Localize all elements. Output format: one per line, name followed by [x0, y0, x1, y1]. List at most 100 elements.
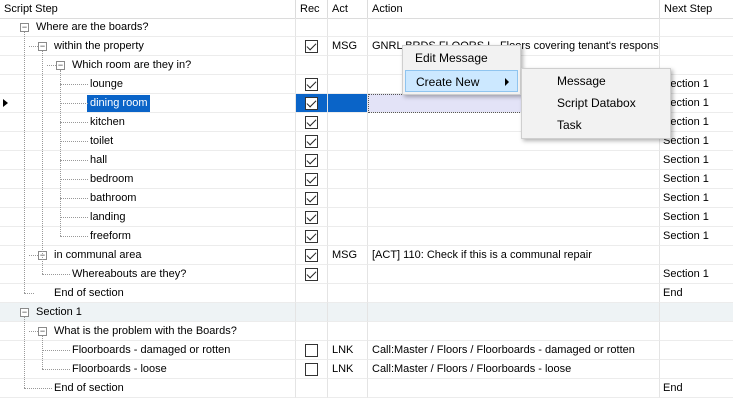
action-cell[interactable] [368, 284, 660, 303]
rec-checkbox[interactable] [305, 249, 318, 262]
next-step-cell[interactable]: End [660, 284, 733, 303]
column-header-script-step[interactable]: Script Step [0, 0, 296, 18]
script-step-cell[interactable]: − Section 1 [0, 303, 296, 322]
next-step-cell[interactable]: Section 1 [660, 265, 733, 284]
next-step-cell[interactable] [660, 322, 733, 341]
table-row[interactable]: Whereabouts are they? Section 1 [0, 265, 733, 284]
script-step-cell[interactable]: bedroom [0, 170, 296, 189]
action-cell[interactable]: Call:Master / Floors / Floorboards - dam… [368, 341, 660, 360]
action-cell[interactable] [368, 18, 660, 37]
script-step-cell[interactable]: − Where are the boards? [0, 18, 296, 37]
submenu-item-script-databox[interactable]: Script Databox [524, 92, 668, 114]
script-step-cell[interactable]: − in communal area [0, 246, 296, 265]
table-row[interactable]: − Where are the boards? [0, 18, 733, 37]
rec-checkbox[interactable] [305, 97, 318, 110]
action-cell[interactable] [368, 189, 660, 208]
script-step-cell[interactable]: − What is the problem with the Boards? [0, 322, 296, 341]
script-step-cell[interactable]: freeform [0, 227, 296, 246]
collapse-toggle-icon[interactable]: − [38, 327, 47, 336]
action-cell[interactable]: [ACT] 110: Check if this is a communal r… [368, 246, 660, 265]
submenu-item-task[interactable]: Task [524, 114, 668, 136]
rec-checkbox[interactable] [305, 78, 318, 91]
rec-checkbox[interactable] [305, 211, 318, 224]
act-cell[interactable] [328, 189, 368, 208]
collapse-toggle-icon[interactable]: − [20, 308, 29, 317]
next-step-cell[interactable] [660, 37, 733, 56]
table-row[interactable]: −within the propertyMSGGNRL BRDS FLOORS … [0, 37, 733, 56]
next-step-cell[interactable] [660, 246, 733, 265]
column-header-act[interactable]: Act [328, 0, 368, 18]
column-header-rec[interactable]: Rec [296, 0, 328, 18]
action-cell[interactable] [368, 208, 660, 227]
next-step-cell[interactable] [660, 360, 733, 379]
act-cell[interactable] [328, 227, 368, 246]
next-step-cell[interactable] [660, 303, 733, 322]
collapse-toggle-icon[interactable]: − [38, 42, 47, 51]
action-cell[interactable] [368, 303, 660, 322]
act-cell[interactable] [328, 379, 368, 398]
rec-checkbox[interactable] [305, 40, 318, 53]
next-step-cell[interactable]: Section 1 [660, 189, 733, 208]
script-step-cell[interactable]: hall [0, 151, 296, 170]
collapse-toggle-icon[interactable]: − [20, 23, 29, 32]
act-cell[interactable]: MSG [328, 246, 368, 265]
script-step-cell[interactable]: kitchen [0, 113, 296, 132]
menu-item-create-new[interactable]: Create New [405, 70, 518, 92]
table-row[interactable]: landing Section 1 [0, 208, 733, 227]
act-cell[interactable] [328, 284, 368, 303]
rec-checkbox[interactable] [305, 116, 318, 129]
script-step-cell[interactable]: landing [0, 208, 296, 227]
action-cell[interactable]: Call:Master / Floors / Floorboards - loo… [368, 360, 660, 379]
table-row[interactable]: freeform Section 1 [0, 227, 733, 246]
next-step-cell[interactable]: End [660, 379, 733, 398]
script-step-cell[interactable]: End of section [0, 284, 296, 303]
act-cell[interactable] [328, 113, 368, 132]
script-step-cell[interactable]: lounge [0, 75, 296, 94]
act-cell[interactable] [328, 170, 368, 189]
rec-checkbox[interactable] [305, 173, 318, 186]
act-cell[interactable]: LNK [328, 360, 368, 379]
script-step-cell[interactable]: toilet [0, 132, 296, 151]
script-step-cell[interactable]: dining room [0, 94, 296, 113]
table-row[interactable]: Floorboards - damaged or rotten LNK Call:M… [0, 341, 733, 360]
act-cell[interactable] [328, 132, 368, 151]
act-cell[interactable] [328, 322, 368, 341]
next-step-cell[interactable]: Section 1 [660, 151, 733, 170]
table-row[interactable]: hall Section 1 [0, 151, 733, 170]
act-cell[interactable]: LNK [328, 341, 368, 360]
script-step-cell[interactable]: − Which room are they in? [0, 56, 296, 75]
table-row[interactable]: bathroom Section 1 [0, 189, 733, 208]
collapse-toggle-icon[interactable]: − [56, 61, 65, 70]
action-cell[interactable] [368, 379, 660, 398]
act-cell[interactable] [328, 303, 368, 322]
act-cell[interactable] [328, 208, 368, 227]
next-step-cell[interactable] [660, 341, 733, 360]
rec-checkbox[interactable] [305, 154, 318, 167]
act-cell[interactable] [328, 75, 368, 94]
rec-checkbox[interactable] [305, 135, 318, 148]
table-row[interactable]: End of section End [0, 284, 733, 303]
script-step-cell[interactable]: bathroom [0, 189, 296, 208]
next-step-cell[interactable]: Section 1 [660, 227, 733, 246]
act-cell[interactable] [328, 265, 368, 284]
submenu-item-message[interactable]: Message [524, 70, 668, 92]
next-step-cell[interactable]: Section 1 [660, 208, 733, 227]
action-cell[interactable] [368, 170, 660, 189]
next-step-cell[interactable]: Section 1 [660, 170, 733, 189]
action-cell[interactable] [368, 265, 660, 284]
table-row[interactable]: Floorboards - loose LNK Call:Master / Floo… [0, 360, 733, 379]
action-cell[interactable] [368, 322, 660, 341]
rec-checkbox[interactable] [305, 363, 318, 376]
table-row[interactable]: − Section 1 [0, 303, 733, 322]
rec-checkbox[interactable] [305, 344, 318, 357]
column-header-next-step[interactable]: Next Step [660, 0, 733, 18]
act-cell[interactable] [328, 151, 368, 170]
table-row[interactable]: − What is the problem with the Boards? [0, 322, 733, 341]
act-cell[interactable]: MSG [328, 37, 368, 56]
next-step-cell[interactable] [660, 18, 733, 37]
table-row[interactable]: bedroom Section 1 [0, 170, 733, 189]
action-cell[interactable] [368, 151, 660, 170]
menu-item-edit-message[interactable]: Edit Message [405, 47, 518, 69]
action-cell[interactable] [368, 227, 660, 246]
column-header-action[interactable]: Action [368, 0, 660, 18]
